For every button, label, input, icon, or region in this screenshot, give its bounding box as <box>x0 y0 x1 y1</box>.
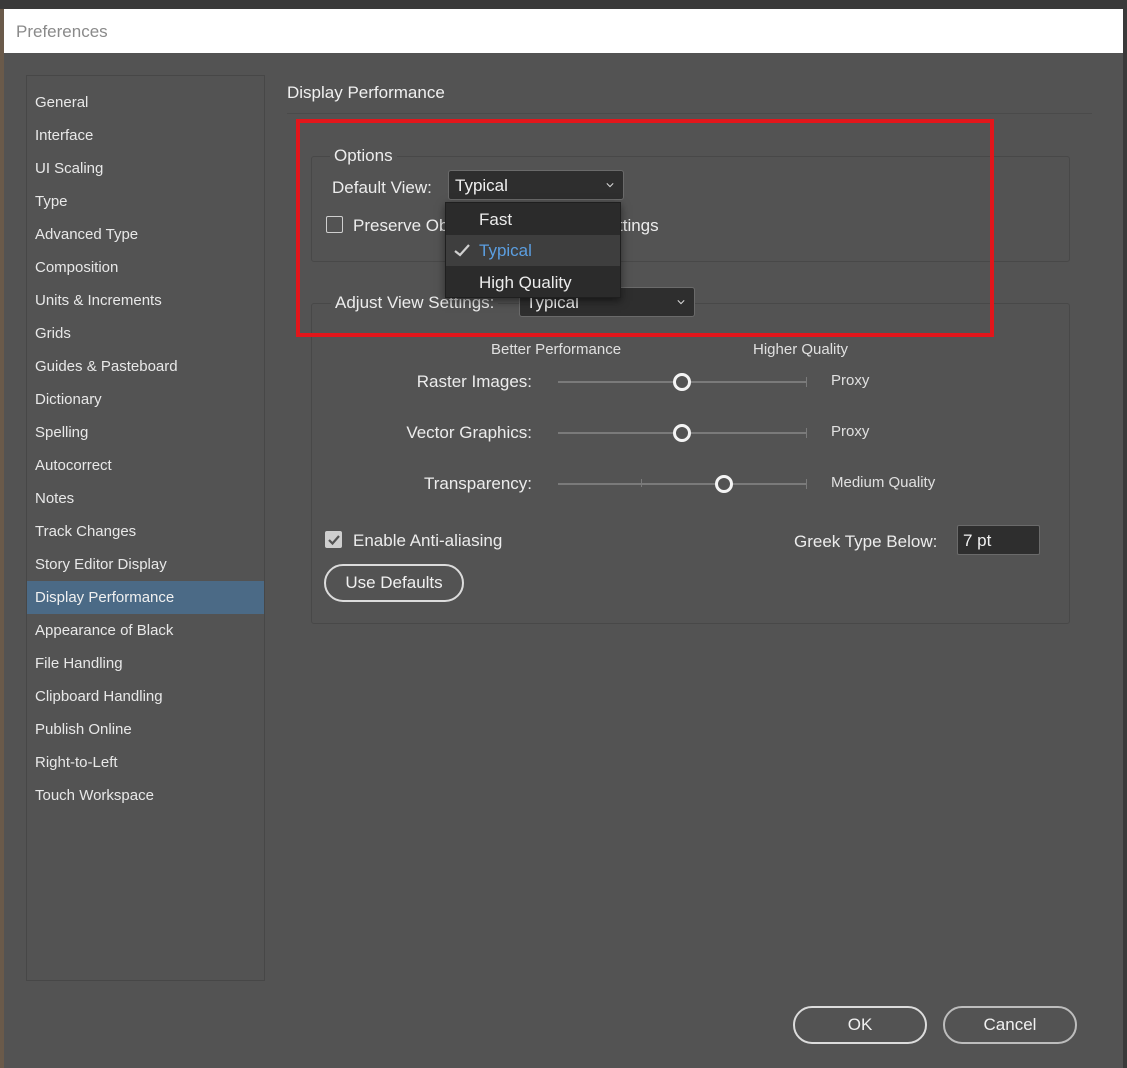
sidebar-item-spelling[interactable]: Spelling <box>27 416 264 449</box>
greek-type-label: Greek Type Below: <box>794 532 938 551</box>
cancel-button[interactable]: Cancel <box>943 1006 1077 1044</box>
sidebar-item-file-handling[interactable]: File Handling <box>27 647 264 680</box>
sidebar-item-type[interactable]: Type <box>27 185 264 218</box>
sidebar-item-display-performance[interactable]: Display Performance <box>27 581 264 614</box>
slider-label-0: Raster Images: <box>416 372 532 391</box>
default-view-select[interactable]: Typical <box>448 170 624 200</box>
higher-quality-label: Higher Quality <box>753 341 849 358</box>
greek-type-input[interactable]: 7 pt <box>957 525 1040 555</box>
slider-thumb[interactable] <box>673 424 691 442</box>
title-divider <box>287 113 1092 114</box>
sidebar-item-right-to-left[interactable]: Right-to-Left <box>27 746 264 779</box>
preserve-object-label-right: ttings <box>618 216 659 235</box>
sidebar-item-appearance-of-black[interactable]: Appearance of Black <box>27 614 264 647</box>
slider-thumb[interactable] <box>673 373 691 391</box>
page-title: Display Performance <box>287 83 445 102</box>
sidebar-item-dictionary[interactable]: Dictionary <box>27 383 264 416</box>
preserve-object-checkbox[interactable] <box>326 216 343 233</box>
use-defaults-button[interactable]: Use Defaults <box>324 564 464 602</box>
anti-aliasing-checkbox[interactable] <box>325 531 342 548</box>
sidebar-item-notes[interactable]: Notes <box>27 482 264 515</box>
dropdown-item-typical[interactable]: Typical <box>446 235 620 266</box>
sidebar-item-interface[interactable]: Interface <box>27 119 264 152</box>
sidebar-item-autocorrect[interactable]: Autocorrect <box>27 449 264 482</box>
preferences-dialog: Preferences General Interface UI Scaling Ty… <box>4 9 1123 1068</box>
anti-aliasing-label: Enable Anti-aliasing <box>353 531 503 550</box>
sidebar-item-composition[interactable]: Composition <box>27 251 264 284</box>
dropdown-item-fast[interactable]: Fast <box>446 204 620 235</box>
better-performance-label: Better Performance <box>491 341 622 358</box>
slider-value-1: Proxy <box>831 423 870 440</box>
slider-end-tick <box>806 479 807 489</box>
screen-top-bar <box>0 0 1127 9</box>
sidebar-item-touch-workspace[interactable]: Touch Workspace <box>27 779 264 812</box>
ok-button[interactable]: OK <box>793 1006 927 1044</box>
slider-label-2: Transparency: <box>423 474 532 493</box>
dialog-title: Preferences <box>4 9 1123 53</box>
options-group <box>311 156 1070 262</box>
default-view-value: Typical <box>455 176 508 195</box>
sidebar: General Interface UI Scaling Type Advanced T… <box>26 75 265 981</box>
sidebar-item-ui-scaling[interactable]: UI Scaling <box>27 152 264 185</box>
slider-track[interactable] <box>558 483 806 485</box>
slider-value-0: Proxy <box>831 372 870 389</box>
sidebar-item-advanced-type[interactable]: Advanced Type <box>27 218 264 251</box>
default-view-dropdown-menu: Fast Typical High Quality <box>445 202 621 298</box>
sidebar-item-grids[interactable]: Grids <box>27 317 264 350</box>
chevron-down-icon <box>677 300 685 305</box>
default-view-label: Default View: <box>332 178 432 197</box>
preserve-object-label-left: Preserve Ob <box>353 216 449 235</box>
sidebar-item-units-increments[interactable]: Units & Increments <box>27 284 264 317</box>
slider-mid-tick <box>640 479 642 487</box>
sidebar-item-story-editor-display[interactable]: Story Editor Display <box>27 548 264 581</box>
sidebar-item-track-changes[interactable]: Track Changes <box>27 515 264 548</box>
options-legend: Options <box>330 146 397 166</box>
checkmark-icon <box>454 244 470 257</box>
checkmark-icon <box>328 535 340 546</box>
slider-end-tick <box>806 428 807 438</box>
slider-end-tick <box>806 377 807 387</box>
sidebar-item-guides-pasteboard[interactable]: Guides & Pasteboard <box>27 350 264 383</box>
slider-label-1: Vector Graphics: <box>406 423 532 442</box>
sidebar-item-clipboard-handling[interactable]: Clipboard Handling <box>27 680 264 713</box>
sidebar-item-publish-online[interactable]: Publish Online <box>27 713 264 746</box>
sidebar-item-general[interactable]: General <box>27 86 264 119</box>
chevron-down-icon <box>606 183 614 188</box>
dropdown-item-high-quality[interactable]: High Quality <box>446 267 620 298</box>
slider-value-2: Medium Quality <box>831 474 936 491</box>
